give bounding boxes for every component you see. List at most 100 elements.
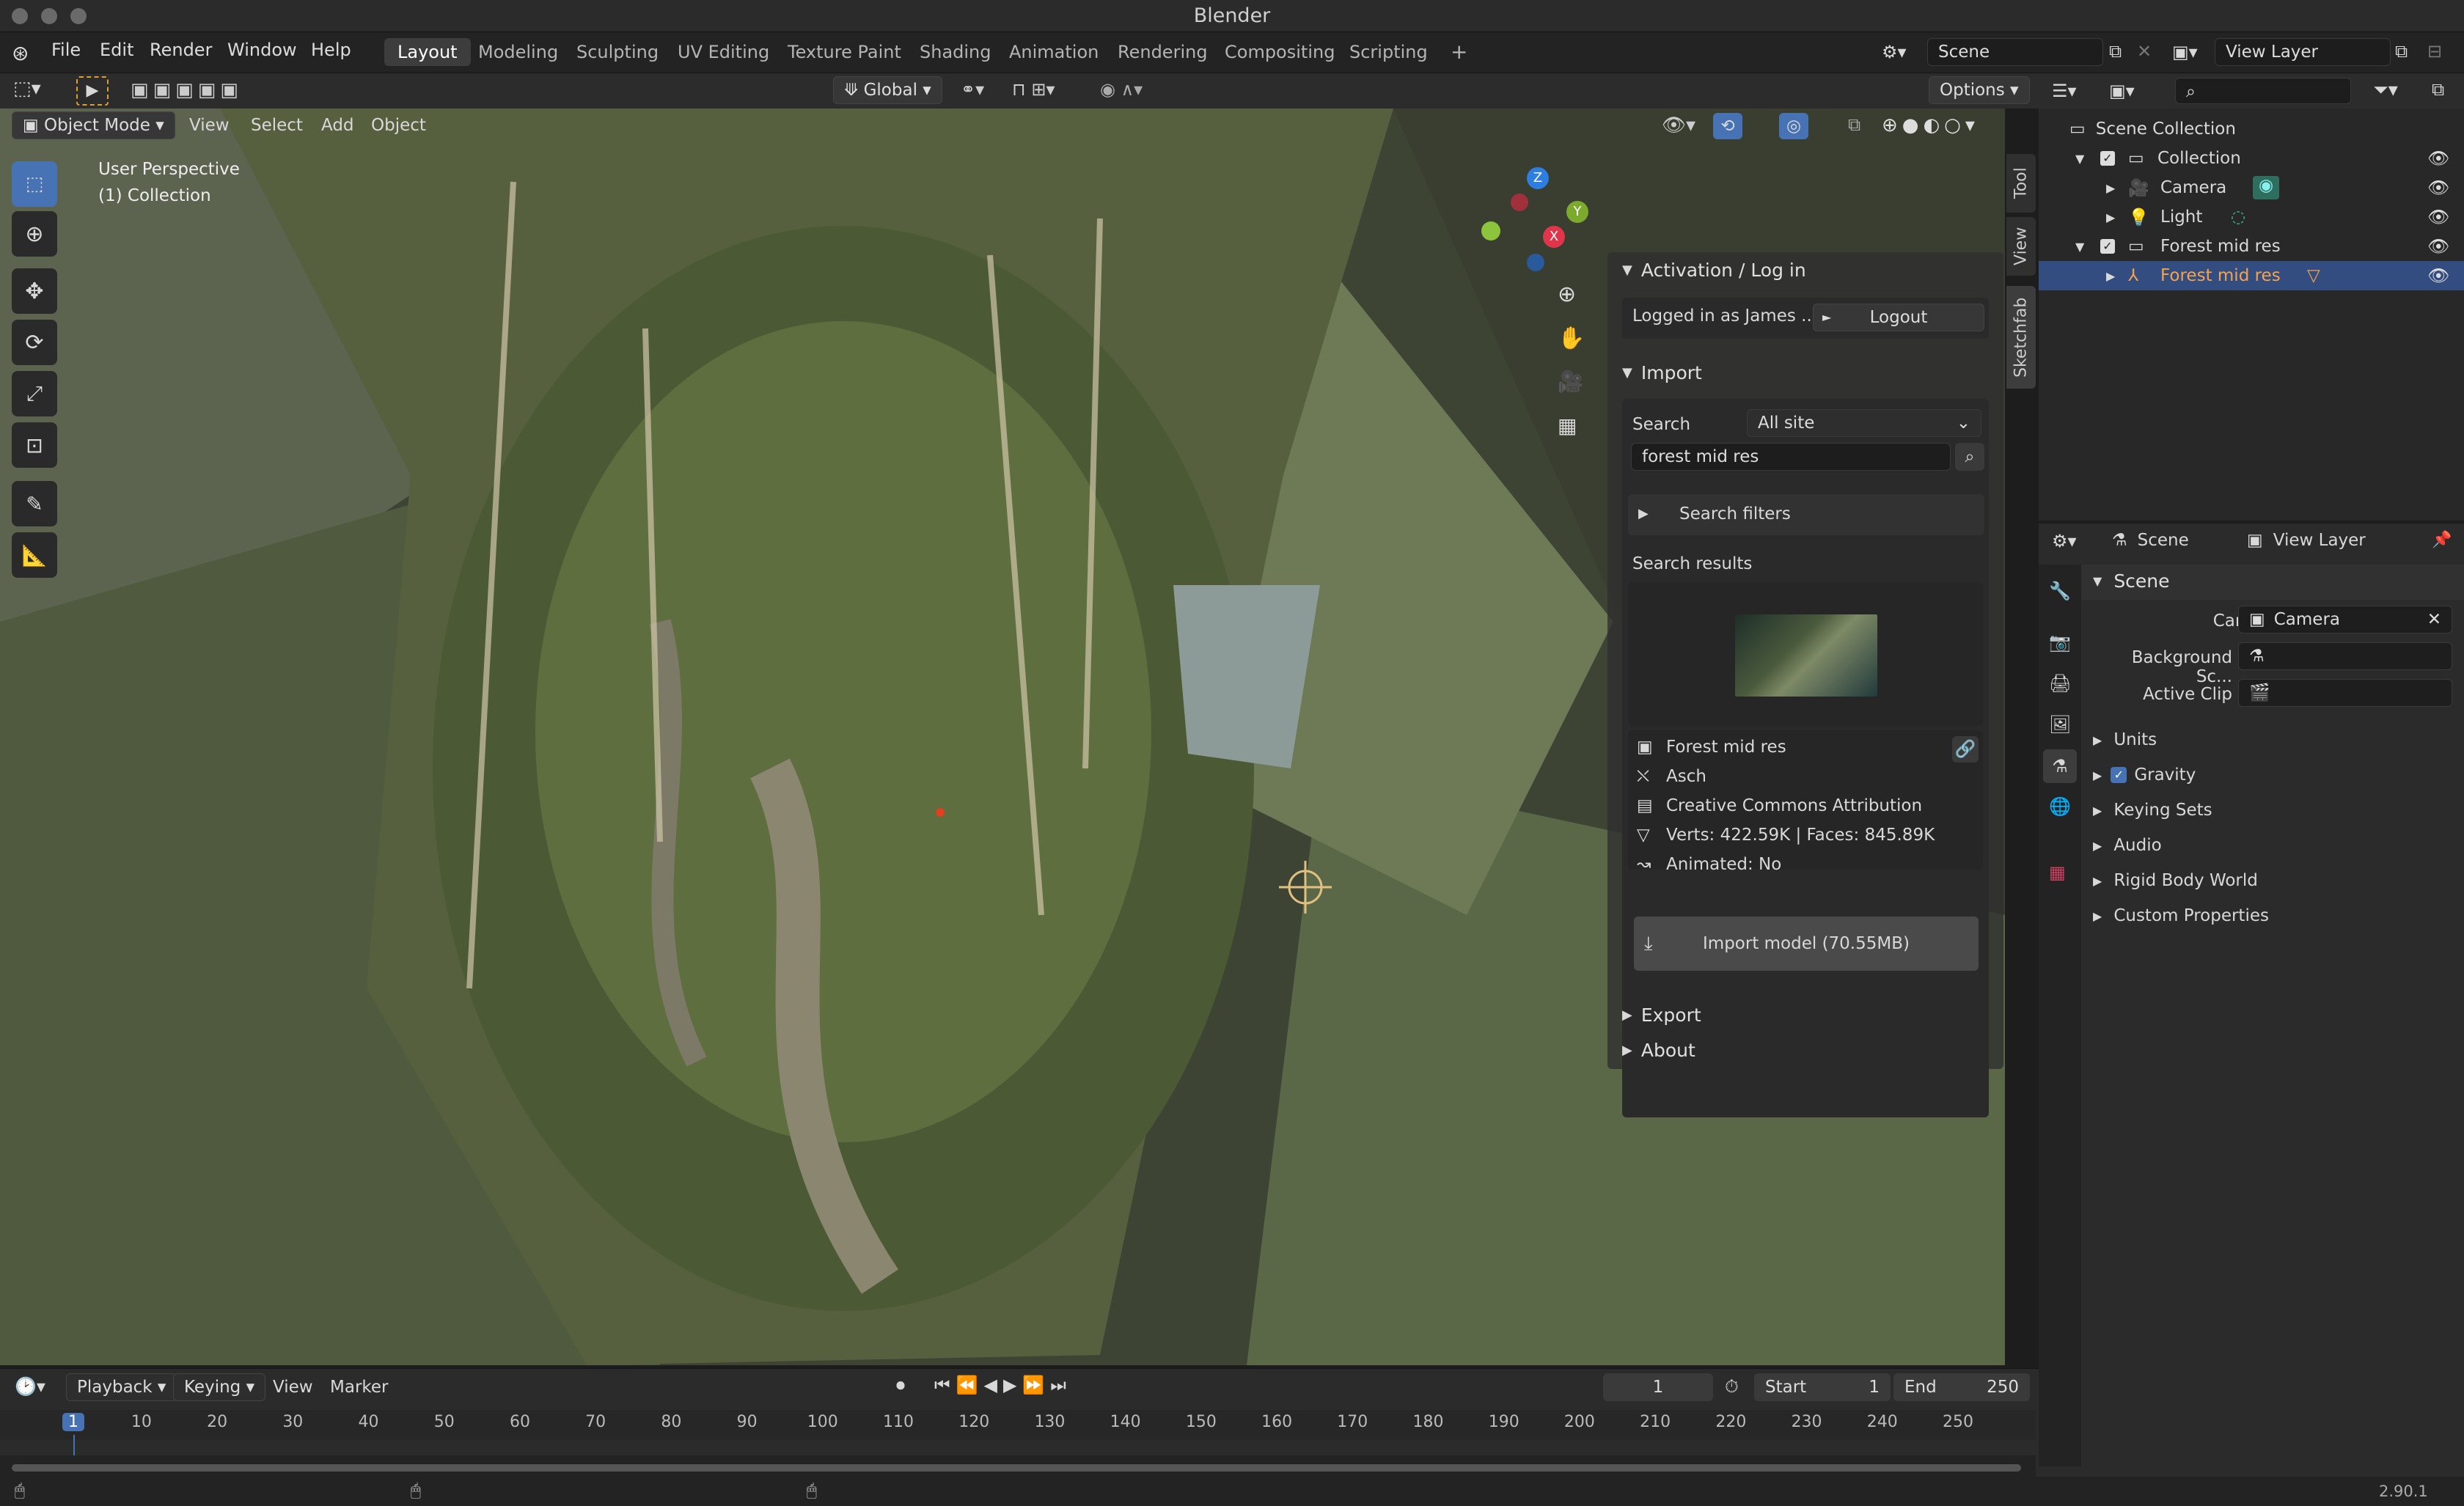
eye-icon[interactable]: 👁 xyxy=(2427,177,2449,198)
gizmo-neg-z[interactable] xyxy=(1527,254,1544,271)
output-properties-icon[interactable]: 🖨 xyxy=(2049,673,2071,694)
outliner-row-forest-collection[interactable]: ▼ ✓ ▭ Forest mid res 👁 xyxy=(2039,232,2464,261)
keying-menu[interactable]: Keying ▾ xyxy=(173,1373,266,1401)
tool-settings-icon[interactable]: 🔧 xyxy=(2049,581,2071,601)
checkbox-icon[interactable]: ✓ xyxy=(2100,239,2115,254)
gizmo-y-axis[interactable]: Y xyxy=(1566,201,1588,223)
annotate-tool-icon[interactable]: ✎ xyxy=(12,481,57,526)
marker-menu[interactable]: Marker xyxy=(330,1378,389,1397)
tab-sketchfab[interactable]: Sketchfab xyxy=(2006,286,2036,389)
keying-sets-panel-header[interactable]: ▶ Keying Sets xyxy=(2093,801,2212,820)
new-collection-icon[interactable]: ⧉ xyxy=(2432,79,2444,100)
gravity-checkbox[interactable]: ✓ xyxy=(2111,767,2127,783)
select-tool-icon[interactable]: ▶ xyxy=(76,76,109,106)
outliner-row-light[interactable]: ▶ 💡 Light ◌ 👁 xyxy=(2039,202,2464,232)
scene-browse-icon[interactable]: ⚙▾ xyxy=(1882,38,1930,66)
menu-window[interactable]: Window xyxy=(227,40,297,60)
menu-select[interactable]: Select xyxy=(251,116,303,135)
logout-button[interactable]: ► Logout xyxy=(1813,304,1984,331)
snap-icon[interactable]: ⊓ ⊞▾ xyxy=(1012,79,1055,100)
tab-uv-editing[interactable]: UV Editing xyxy=(664,38,782,66)
pin-icon[interactable]: 📌 xyxy=(2432,531,2452,549)
transform-orientation-dropdown[interactable]: ⟱ Global ▾ xyxy=(833,76,942,104)
search-input[interactable]: forest mid res xyxy=(1631,443,1951,471)
view-layer-browse-icon[interactable]: ▣▾ xyxy=(2172,38,2198,66)
gizmo-neg-y[interactable] xyxy=(1481,221,1500,240)
about-header[interactable]: ▶ About xyxy=(1622,1040,1695,1061)
overlay-toggle-icon[interactable]: ◎ xyxy=(1779,113,1808,139)
view-layer-properties-icon[interactable]: 🖼 xyxy=(2049,714,2071,735)
menu-object[interactable]: Object xyxy=(371,116,426,135)
transform-tool-icon[interactable]: ⊡ xyxy=(12,422,57,468)
properties-editor-icon[interactable]: ⚙▾ xyxy=(2052,531,2077,551)
outliner-editor-icon[interactable]: ☰▾ xyxy=(2052,81,2077,101)
menu-render[interactable]: Render xyxy=(150,40,212,60)
camera-field[interactable]: ▣ Camera ✕ xyxy=(2238,606,2452,633)
ortho-grid-icon[interactable]: ▦ xyxy=(1558,414,1577,438)
3d-viewport[interactable]: User Perspective (1) Collection ⬚ ⊕ ✥ ⟳ … xyxy=(0,109,2005,1365)
tab-compositing[interactable]: Compositing xyxy=(1211,38,1348,66)
eye-icon[interactable]: 👁 xyxy=(2427,265,2449,286)
camera-data-icon[interactable]: ◉ xyxy=(2253,176,2279,199)
checkbox-icon[interactable]: ✓ xyxy=(2100,151,2115,166)
outliner-search-input[interactable]: ⌕ xyxy=(2175,78,2351,104)
horizontal-scrollbar[interactable] xyxy=(12,1464,2021,1472)
filter-icon[interactable]: ⏷▾ xyxy=(2373,79,2398,102)
menu-help[interactable]: Help xyxy=(311,40,351,60)
tab-view-layer-context[interactable]: ▣ View Layer xyxy=(2247,531,2366,550)
playhead[interactable] xyxy=(73,1435,75,1455)
display-mode-icon[interactable]: ▣▾ xyxy=(2109,81,2135,101)
stopwatch-icon[interactable]: ⏱ xyxy=(1725,1376,1739,1397)
tab-shading[interactable]: Shading xyxy=(906,38,1005,66)
menu-add[interactable]: Add xyxy=(321,116,354,135)
options-dropdown[interactable]: Options ▾ xyxy=(1929,76,2030,104)
audio-panel-header[interactable]: ▶ Audio xyxy=(2093,836,2162,855)
gizmo-z-axis[interactable]: Z xyxy=(1527,167,1549,189)
tab-view[interactable]: View xyxy=(2006,217,2036,276)
menu-view[interactable]: View xyxy=(189,116,230,135)
cursor-tool-icon[interactable]: ⊕ xyxy=(12,211,57,257)
outliner-row-collection[interactable]: ▼ ✓ ▭ Collection 👁 xyxy=(2039,144,2464,173)
blender-logo-icon[interactable]: ⊛ xyxy=(12,41,29,65)
tab-scripting[interactable]: Scripting xyxy=(1336,38,1441,66)
rigid-body-panel-header[interactable]: ▶ Rigid Body World xyxy=(2093,871,2258,890)
camera-view-icon[interactable]: 🎥 xyxy=(1558,370,1583,394)
export-header[interactable]: ▶ Export xyxy=(1622,1004,1701,1026)
visibility-icon[interactable]: 👁▾ xyxy=(1662,114,1695,136)
zoom-icon[interactable]: ⊕ xyxy=(1558,282,1576,307)
mesh-children-icon[interactable]: ▽ xyxy=(2307,266,2320,285)
outliner-row-forest-object[interactable]: ▶ ⅄ Forest mid res ▽ 👁 xyxy=(2039,261,2464,290)
scene-properties-icon[interactable]: ⚗ xyxy=(2043,749,2077,783)
gravity-panel-header[interactable]: ▶ ✓ Gravity xyxy=(2093,765,2196,785)
proportional-edit-icon[interactable]: ◉ ∧▾ xyxy=(1100,79,1143,100)
start-frame-field[interactable]: Start 1 xyxy=(1754,1373,1891,1401)
import-model-button[interactable]: ⤓ Import model (70.55MB) xyxy=(1634,917,1979,971)
selection-mode-icons[interactable]: ▣▣▣▣▣ xyxy=(131,79,243,101)
current-frame-field[interactable]: 1 xyxy=(1603,1373,1713,1401)
clear-icon[interactable]: ✕ xyxy=(2427,606,2441,633)
tab-sculpting[interactable]: Sculpting xyxy=(563,38,672,66)
end-frame-field[interactable]: End 250 xyxy=(1893,1373,2030,1401)
tab-scene-context[interactable]: ⚗ Scene xyxy=(2112,531,2189,550)
import-header[interactable]: ▼ Import xyxy=(1622,362,1702,383)
editor-type-icon[interactable]: ⬚▾ xyxy=(13,78,41,100)
scene-panel-header[interactable]: ▼ Scene xyxy=(2093,570,2170,592)
background-scene-field[interactable]: ⚗ xyxy=(2238,642,2452,670)
scene-collection-row[interactable]: ▭ Scene Collection xyxy=(2069,114,2236,144)
playback-menu[interactable]: Playback ▾ xyxy=(66,1373,177,1401)
pivot-icon[interactable]: ⚭▾ xyxy=(961,79,984,100)
search-scope-dropdown[interactable]: All site ⌄ xyxy=(1747,409,1981,437)
move-tool-icon[interactable]: ✥ xyxy=(12,268,57,314)
gizmo-neg-x[interactable] xyxy=(1511,194,1528,211)
tab-texture-paint[interactable]: Texture Paint xyxy=(774,38,914,66)
pan-hand-icon[interactable]: ✋ xyxy=(1558,326,1585,351)
outliner-row-camera[interactable]: ▶ 🎥 Camera ◉ 👁 xyxy=(2039,173,2464,202)
new-scene-icon[interactable]: ⧉ xyxy=(2109,41,2122,62)
view-layer-field[interactable]: View Layer xyxy=(2215,38,2391,66)
tab-tool[interactable]: Tool xyxy=(2006,154,2036,213)
tab-layout[interactable]: Layout xyxy=(384,38,471,66)
active-clip-field[interactable]: 🎬 xyxy=(2238,679,2452,707)
texture-properties-icon[interactable]: ▦ xyxy=(2049,862,2066,883)
activation-header[interactable]: ▼ Activation / Log in xyxy=(1622,260,1806,281)
rotate-tool-icon[interactable]: ⟳ xyxy=(12,320,57,365)
